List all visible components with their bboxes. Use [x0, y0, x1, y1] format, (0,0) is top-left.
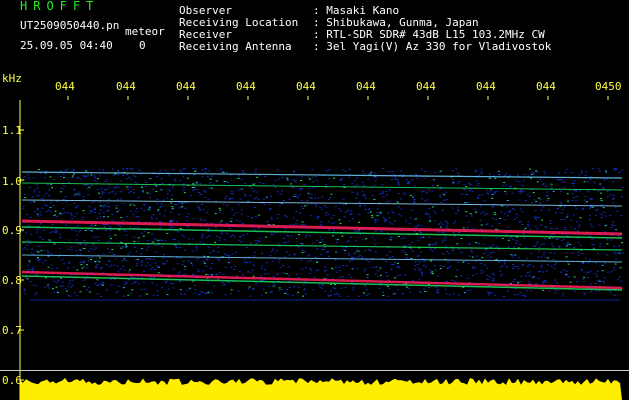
- y-tick: 1.0: [2, 175, 22, 188]
- app-brand: HROFFT: [20, 0, 100, 13]
- x-tick: 044: [476, 80, 496, 93]
- spectrogram: [19, 96, 624, 400]
- y-axis-unit: kHz: [2, 72, 22, 85]
- noise-floor-divider: [0, 370, 629, 371]
- x-tick: 044: [116, 80, 136, 93]
- mode-label: meteor: [125, 25, 165, 38]
- y-tick: 0.9: [2, 224, 22, 237]
- x-tick: 044: [176, 80, 196, 93]
- x-tick: 0450: [595, 80, 622, 93]
- date-time: 25.09.05 04:40: [20, 39, 113, 52]
- antenna-value: : 3el Yagi(V) Az 330 for Vladivostok: [313, 40, 552, 53]
- y-tick: 0.6: [2, 374, 22, 387]
- x-tick: 044: [536, 80, 556, 93]
- x-tick: 044: [55, 80, 75, 93]
- y-tick: 0.8: [2, 274, 22, 287]
- x-tick: 044: [236, 80, 256, 93]
- y-tick: 0.7: [2, 324, 22, 337]
- file-name: UT2509050440.pn: [20, 19, 120, 32]
- antenna-label: Receiving Antenna: [179, 40, 292, 53]
- count-label: 0: [139, 39, 146, 52]
- x-tick: 044: [416, 80, 436, 93]
- x-tick: 044: [296, 80, 316, 93]
- x-tick: 044: [356, 80, 376, 93]
- y-tick: 1.1: [2, 124, 22, 137]
